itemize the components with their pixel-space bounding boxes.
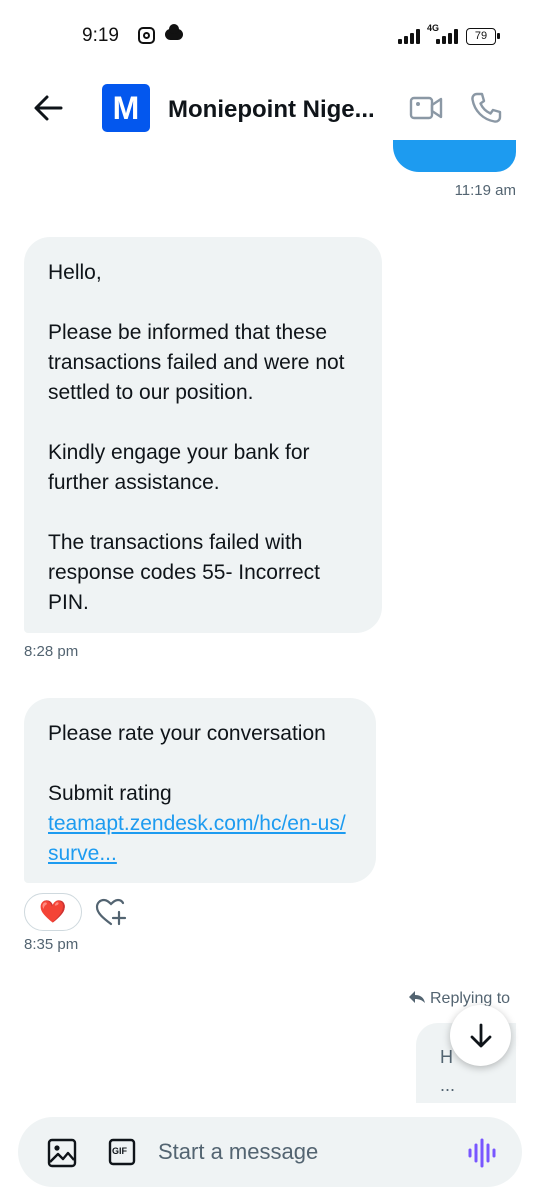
message-timestamp: 8:28 pm — [24, 643, 79, 660]
phone-call-icon[interactable] — [468, 90, 504, 126]
arrow-down-icon — [470, 1023, 491, 1047]
message-input[interactable] — [158, 1135, 448, 1169]
avatar[interactable]: M — [102, 84, 150, 132]
reply-preview-ellipsis: ... — [440, 1075, 456, 1095]
message-text: Submit rating — [48, 782, 172, 805]
signal-icon — [398, 28, 424, 44]
received-message-bubble[interactable]: Please rate your conversation Submit rat… — [24, 698, 376, 883]
message-composer: GIF — [18, 1117, 522, 1187]
message-timestamp: 11:19 am — [454, 182, 516, 199]
video-call-icon[interactable] — [408, 92, 444, 124]
heart-reaction[interactable]: ❤️ — [24, 893, 82, 931]
reply-icon — [409, 991, 425, 1003]
conversation-header: M Moniepoint Nige... — [0, 72, 540, 144]
rating-link[interactable]: teamapt.zendesk.com/hc/en-us/surve... — [48, 812, 346, 865]
message-text: Hello, Please be informed that these tra… — [48, 261, 345, 614]
image-icon[interactable] — [46, 1137, 78, 1169]
status-bar: 9:19 4G 79 — [0, 0, 540, 72]
replying-to-label: Replying to — [408, 990, 510, 1008]
message-timestamp: 8:35 pm — [24, 936, 79, 953]
status-time: 9:19 — [82, 25, 119, 46]
battery-icon: 79 — [466, 28, 500, 45]
voice-message-icon[interactable] — [466, 1137, 498, 1169]
received-message-bubble[interactable]: Hello, Please be informed that these tra… — [24, 237, 382, 633]
add-reaction-icon[interactable] — [95, 898, 127, 928]
scroll-to-bottom-button[interactable] — [450, 1005, 511, 1066]
replying-to-text: Replying to — [430, 990, 511, 1007]
signal-icon-2 — [436, 28, 462, 44]
sent-message-bubble[interactable] — [393, 140, 516, 172]
conversation-title[interactable]: Moniepoint Nige... — [168, 96, 398, 124]
instagram-icon — [138, 27, 155, 44]
back-arrow-icon[interactable] — [28, 88, 68, 128]
message-text: Please rate your conversation — [48, 722, 326, 745]
gif-label: GIF — [112, 1146, 127, 1156]
heart-icon: ❤️ — [39, 899, 67, 924]
cloud-icon — [165, 24, 183, 40]
gif-icon[interactable]: GIF — [108, 1138, 136, 1166]
